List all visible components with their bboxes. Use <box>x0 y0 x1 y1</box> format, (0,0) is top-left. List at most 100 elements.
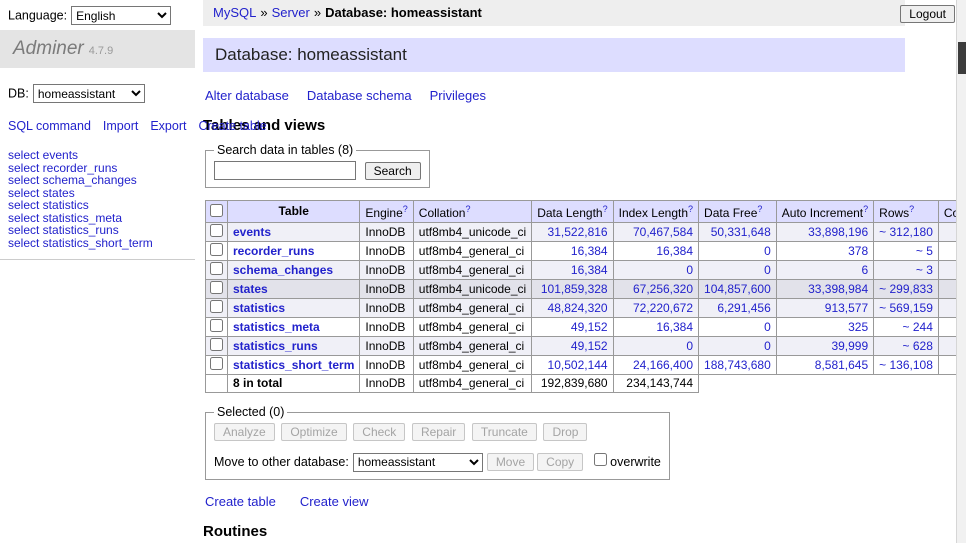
list-item: select statistics_short_term <box>8 237 195 250</box>
search-input[interactable] <box>214 161 356 180</box>
header-index-length: Index Length? <box>613 201 698 223</box>
cell-data-length: 49,152 <box>532 318 613 337</box>
table-row: events InnoDB utf8mb4_unicode_ci 31,522,… <box>206 223 966 242</box>
adminer-header: Adminer4.7.9 <box>0 30 195 68</box>
table-total-row: 8 in total InnoDB utf8mb4_general_ci 192… <box>206 375 966 393</box>
analyze-button[interactable]: Analyze <box>214 423 275 441</box>
copy-button[interactable]: Copy <box>537 453 583 471</box>
privileges-link[interactable]: Privileges <box>430 88 486 103</box>
drop-button[interactable]: Drop <box>543 423 587 441</box>
table-link[interactable]: statistics_meta <box>233 320 320 334</box>
table-link[interactable]: statistics_short_term <box>233 358 354 372</box>
cell-table-name: recorder_runs <box>228 242 360 261</box>
breadcrumb: MySQL»Server»Database: homeassistant <box>203 0 905 26</box>
table-link[interactable]: statistics <box>233 301 285 315</box>
row-checkbox[interactable] <box>210 262 223 275</box>
cell-auto-increment: 8,581,645 <box>776 356 873 375</box>
row-checkbox[interactable] <box>210 281 223 294</box>
check-button[interactable]: Check <box>353 423 405 441</box>
table-row: statistics_runs InnoDB utf8mb4_general_c… <box>206 337 966 356</box>
table-row: states InnoDB utf8mb4_unicode_ci 101,859… <box>206 280 966 299</box>
search-button[interactable]: Search <box>365 162 421 180</box>
row-checkbox[interactable] <box>210 319 223 332</box>
cell-collation: utf8mb4_general_ci <box>413 337 531 356</box>
cell-auto-increment: 6 <box>776 261 873 280</box>
breadcrumb-server-link[interactable]: Server <box>272 5 310 20</box>
cell-engine: InnoDB <box>360 261 413 280</box>
table-link[interactable]: statistics_runs <box>233 339 318 353</box>
cell-engine: InnoDB <box>360 337 413 356</box>
selected-legend: Selected (0) <box>214 405 287 419</box>
row-checkbox[interactable] <box>210 243 223 256</box>
repair-button[interactable]: Repair <box>412 423 465 441</box>
overwrite-label: overwrite <box>610 455 661 469</box>
cell-data-free: 188,743,680 <box>699 356 777 375</box>
sidebar-actions: SQL commandImportExportCreate table <box>8 117 180 135</box>
cell-table-name: states <box>228 280 360 299</box>
export-link[interactable]: Export <box>150 119 186 133</box>
move-db-select[interactable]: homeassistant <box>353 453 483 472</box>
database-schema-link[interactable]: Database schema <box>307 88 412 103</box>
language-row: Language:English <box>8 6 171 25</box>
db-select[interactable]: homeassistant <box>33 84 145 103</box>
adminer-app: Language:English Logout Adminer4.7.9 DB:… <box>0 0 966 543</box>
table-link[interactable]: states <box>233 282 268 296</box>
cell-auto-increment: 913,577 <box>776 299 873 318</box>
table-link[interactable]: schema_changes <box>233 263 333 277</box>
sidebar-separator <box>0 259 195 260</box>
select-all-checkbox[interactable] <box>210 204 223 217</box>
cell-table-name: statistics_runs <box>228 337 360 356</box>
row-checkbox[interactable] <box>210 224 223 237</box>
cell-data-free: 6,291,456 <box>699 299 777 318</box>
create-table-link[interactable]: Create table <box>205 494 276 509</box>
cell-index-length: 0 <box>613 337 698 356</box>
help-link[interactable]: ? <box>757 204 762 214</box>
header-checkbox-cell <box>206 201 228 223</box>
total-index-length: 234,143,744 <box>613 375 698 393</box>
search-legend: Search data in tables (8) <box>214 143 356 157</box>
optimize-button[interactable]: Optimize <box>281 423 346 441</box>
create-view-link[interactable]: Create view <box>300 494 369 509</box>
import-link[interactable]: Import <box>103 119 138 133</box>
help-link[interactable]: ? <box>863 204 868 214</box>
cell-collation: utf8mb4_general_ci <box>413 261 531 280</box>
sidebar-select-statistics-short-term[interactable]: select statistics_short_term <box>8 236 153 250</box>
breadcrumb-mysql-link[interactable]: MySQL <box>213 5 256 20</box>
help-link[interactable]: ? <box>465 204 470 214</box>
cell-data-length: 10,502,144 <box>532 356 613 375</box>
table-link[interactable]: recorder_runs <box>233 244 314 258</box>
logout-button[interactable]: Logout <box>900 5 955 23</box>
alter-database-link[interactable]: Alter database <box>205 88 289 103</box>
row-checkbox[interactable] <box>210 357 223 370</box>
vertical-scrollbar[interactable] <box>956 0 966 543</box>
cell-auto-increment: 39,999 <box>776 337 873 356</box>
overwrite-checkbox[interactable] <box>594 453 607 466</box>
row-checkbox[interactable] <box>210 300 223 313</box>
row-checkbox[interactable] <box>210 338 223 351</box>
help-link[interactable]: ? <box>909 204 914 214</box>
adminer-logo[interactable]: Adminer <box>13 38 84 59</box>
total-data-length: 192,839,680 <box>532 375 613 393</box>
help-link[interactable]: ? <box>603 204 608 214</box>
cell-data-free: 0 <box>699 261 777 280</box>
help-link[interactable]: ? <box>688 204 693 214</box>
create-table-link-sidebar[interactable]: Create table <box>198 119 266 133</box>
scrollbar-thumb[interactable] <box>958 42 966 74</box>
truncate-button[interactable]: Truncate <box>472 423 537 441</box>
cell-data-length: 16,384 <box>532 242 613 261</box>
selected-actions-row: Analyze Optimize Check Repair Truncate D… <box>214 423 661 441</box>
help-link[interactable]: ? <box>403 204 408 214</box>
cell-engine: InnoDB <box>360 223 413 242</box>
cell-index-length: 72,220,672 <box>613 299 698 318</box>
cell-rows: ~ 299,833 <box>874 280 939 299</box>
total-engine: InnoDB <box>360 375 413 393</box>
cell-auto-increment: 33,898,196 <box>776 223 873 242</box>
table-link[interactable]: events <box>233 225 271 239</box>
cell-table-name: statistics_meta <box>228 318 360 337</box>
cell-auto-increment: 325 <box>776 318 873 337</box>
language-select[interactable]: English <box>71 6 171 25</box>
cell-data-free: 0 <box>699 242 777 261</box>
move-button[interactable]: Move <box>487 453 534 471</box>
sql-command-link[interactable]: SQL command <box>8 119 91 133</box>
header-data-length: Data Length? <box>532 201 613 223</box>
